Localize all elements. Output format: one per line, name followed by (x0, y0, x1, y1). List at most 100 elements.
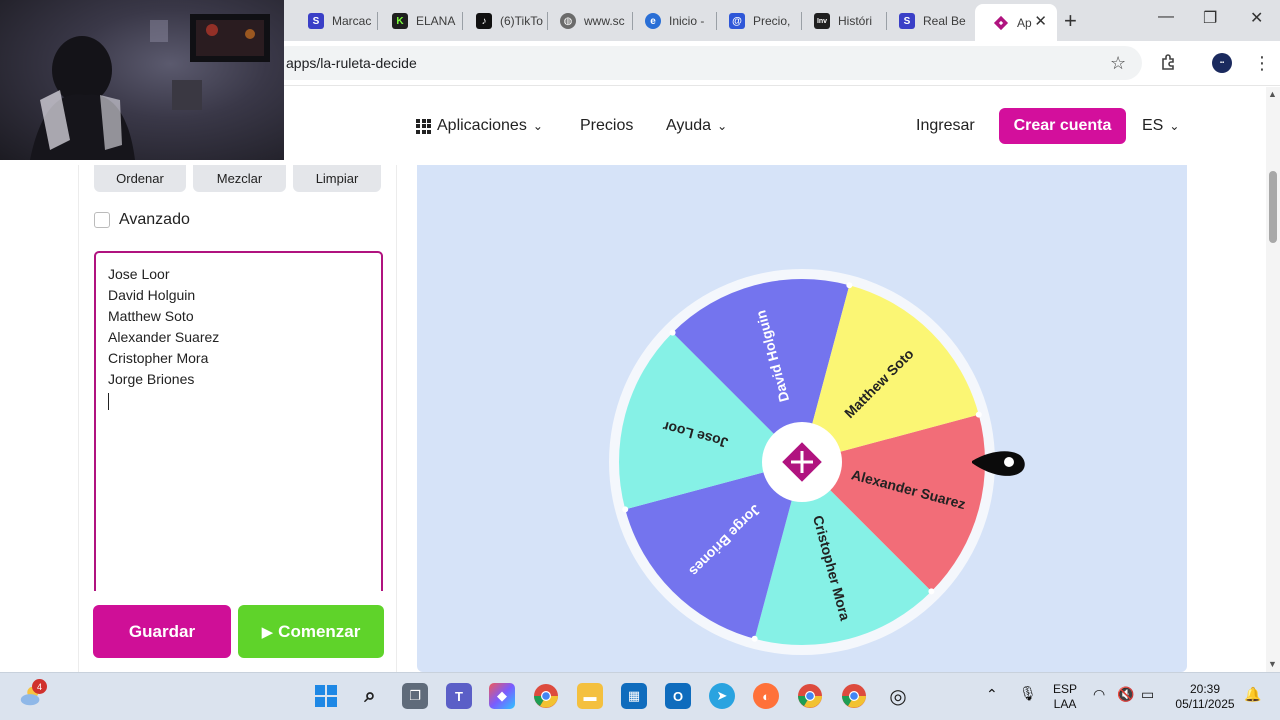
login-label: Ingresar (916, 117, 975, 134)
advanced-option[interactable]: Avanzado (94, 211, 190, 229)
file-explorer-icon[interactable]: ▬ (577, 683, 603, 709)
e-logo-icon: e (645, 13, 661, 29)
wheel-divider-dot (669, 329, 676, 336)
tab-label: ELANA (416, 14, 456, 28)
browser-tab[interactable]: ◍ www.sc (542, 6, 627, 36)
address-url: apps/la-ruleta-decide (286, 55, 417, 71)
chrome-icon[interactable] (533, 683, 559, 709)
obs-icon[interactable]: ◎ (885, 683, 911, 709)
wheel-divider-dot (928, 588, 935, 595)
name-line: David Holguin (108, 287, 196, 303)
wheel-divider-dot (751, 635, 758, 642)
play-icon: ▶ (261, 623, 274, 641)
inv-logo-icon: Inv (814, 13, 830, 29)
browser-tab[interactable]: e Inicio - (627, 6, 712, 36)
sort-button[interactable]: Ordenar (94, 165, 186, 192)
diamond-logo-icon (993, 15, 1009, 31)
nav-pricing[interactable]: Precios (580, 117, 633, 135)
s-logo-icon: S (308, 13, 324, 29)
language-indicator[interactable]: ESP LAA (1050, 682, 1080, 712)
battery-icon[interactable]: ▭ (1141, 687, 1154, 702)
tab-label: Real Be (923, 14, 966, 28)
new-tab-icon[interactable]: + (1064, 8, 1077, 34)
name-line: Jorge Briones (108, 371, 195, 387)
tab-label: www.sc (584, 14, 625, 28)
at-icon: @ (729, 13, 745, 29)
restore-icon[interactable]: ❐ (1203, 8, 1217, 28)
chrome-second-icon[interactable] (841, 683, 867, 709)
names-editor-panel: Ordenar Mezclar Limpiar Avanzado Jose Lo… (78, 165, 397, 672)
advanced-label: Avanzado (119, 211, 190, 228)
microphone-icon[interactable]: 🎙 (1019, 686, 1037, 701)
signup-button[interactable]: Crear cuenta (999, 108, 1126, 144)
wheel-divider-dot (846, 282, 853, 289)
notification-bell-icon[interactable]: 🔔 (1244, 687, 1261, 702)
wheel-divider-dot (975, 411, 982, 418)
nav-pricing-label: Precios (580, 117, 634, 134)
nav-help[interactable]: Ayuda ⌄ (666, 117, 727, 135)
nav-help-label: Ayuda (666, 117, 712, 134)
chevron-down-icon: ⌄ (1169, 119, 1180, 133)
lang-bottom: LAA (1053, 697, 1077, 711)
clear-button[interactable]: Limpiar (293, 165, 381, 192)
chevron-down-icon: ⌄ (717, 119, 728, 133)
clock[interactable]: 20:39 05/11/2025 (1168, 682, 1242, 712)
outlook-icon[interactable]: O (665, 683, 691, 709)
start-button[interactable]: ▶ Comenzar (238, 605, 384, 658)
advanced-checkbox[interactable] (94, 212, 110, 228)
login-link[interactable]: Ingresar (916, 117, 975, 135)
close-tab-icon[interactable]: ✕ (1034, 12, 1047, 30)
bookmark-star-icon[interactable]: ☆ (1110, 53, 1126, 74)
close-window-icon[interactable]: ✕ (1250, 8, 1263, 28)
browser-tab[interactable]: @ Precio, (711, 6, 796, 36)
tab-label: Históri (838, 14, 873, 28)
language-selector[interactable]: ES ⌄ (1142, 117, 1179, 135)
browser-menu-icon[interactable]: ⋮ (1253, 53, 1271, 74)
tray-overflow-icon[interactable]: ⌃ (986, 687, 998, 702)
extensions-icon[interactable] (1160, 53, 1178, 76)
clock-time: 20:39 (1189, 682, 1221, 696)
task-view-icon[interactable]: ❐ (402, 683, 428, 709)
s-logo-icon: S (899, 13, 915, 29)
browser-tab[interactable]: S Marcac (290, 6, 375, 36)
browser-tab[interactable]: Inv Históri (796, 6, 881, 36)
copilot-icon[interactable]: ◆ (489, 683, 515, 709)
browser-tab[interactable]: S Real Be (881, 6, 966, 36)
start-icon[interactable] (313, 683, 339, 709)
scrollbar-thumb[interactable] (1269, 171, 1277, 243)
tab-label: Inicio - (669, 14, 705, 28)
address-bar[interactable]: apps/la-ruleta-decide (270, 46, 1142, 80)
tab-label: Precio, (753, 14, 791, 28)
nav-applications[interactable]: Aplicaciones ⌄ (416, 117, 543, 135)
name-line: Alexander Suarez (108, 329, 220, 345)
shuffle-button[interactable]: Mezclar (193, 165, 286, 192)
wifi-icon[interactable]: ◠ (1093, 687, 1105, 702)
browser-tab[interactable]: ♪ (6)TikTo (458, 6, 543, 36)
globe-icon: ◍ (560, 13, 576, 29)
chevron-down-icon: ⌄ (532, 119, 543, 133)
name-line: Jose Loor (108, 266, 170, 282)
save-button[interactable]: Guardar (93, 605, 231, 658)
store-icon[interactable]: ▦ (621, 683, 647, 709)
browser-tab[interactable]: K ELANA (374, 6, 459, 36)
teams-icon[interactable]: T (446, 683, 472, 709)
firefox-icon[interactable]: ◐ (753, 683, 779, 709)
telegram-icon[interactable]: ➤ (709, 683, 735, 709)
weather-badge: 4 (32, 679, 47, 694)
language-label: ES (1142, 117, 1164, 134)
page-scrollbar[interactable]: ▲ ▼ (1266, 87, 1280, 672)
volume-muted-icon[interactable]: 🔇 (1117, 687, 1134, 702)
spin-wheel[interactable]: Alexander SuarezCristopher MoraJorge Bri… (417, 165, 1187, 672)
names-textarea[interactable]: Jose Loor David Holguin Matthew Soto Ale… (94, 251, 383, 591)
tab-label: Ap (1017, 15, 1032, 30)
webcam-overlay (0, 0, 284, 160)
chrome-profile-icon[interactable] (797, 683, 823, 709)
search-icon[interactable]: ⌕ (357, 683, 383, 709)
wheel-panel: Alexander Suarez Cristopher Mora Jorge Bri… (417, 165, 1187, 672)
tab-label: Marcac (332, 14, 372, 28)
profile-avatar[interactable]: ▪▪ (1212, 53, 1232, 73)
minimize-icon[interactable]: — (1158, 8, 1174, 26)
text-caret (108, 393, 109, 410)
browser-tab-active[interactable]: Ap ✕ (975, 4, 1057, 41)
clock-date: 05/11/2025 (1175, 697, 1235, 711)
